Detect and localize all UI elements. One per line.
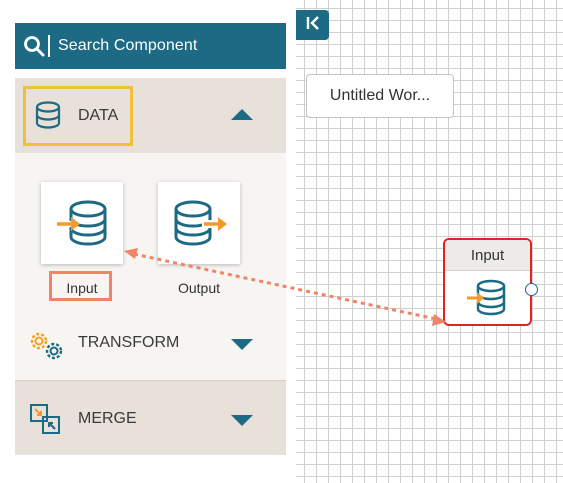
database-output-icon (174, 200, 227, 246)
component-list: DATA Input Output TRANSFORM MERGE (15, 78, 286, 455)
component-panel: Search Component DATA Input Output TRANS… (0, 0, 295, 483)
chevron-down-icon[interactable] (231, 339, 253, 350)
output-port[interactable] (525, 283, 538, 296)
input-node[interactable]: Input (443, 238, 538, 326)
component-input[interactable] (41, 182, 123, 264)
collapse-panel-button[interactable] (296, 10, 329, 40)
input-node-title: Input (445, 240, 530, 271)
search-component-button[interactable]: Search Component (15, 23, 286, 69)
database-input-icon (466, 279, 506, 316)
search-label: Search Component (58, 37, 198, 54)
merge-icon (29, 403, 61, 440)
database-input-icon (55, 200, 107, 246)
input-label-highlight (49, 271, 112, 301)
gears-icon (27, 329, 67, 368)
search-icon (23, 35, 45, 57)
database-icon (33, 100, 63, 135)
section-data-label: DATA (78, 107, 119, 124)
component-output-label: Output (177, 280, 221, 296)
collapse-left-icon (305, 15, 321, 36)
section-merge[interactable]: MERGE (15, 381, 286, 455)
section-merge-label: MERGE (78, 410, 137, 427)
workflow-tab[interactable]: Untitled Wor... (306, 74, 454, 118)
section-data[interactable]: DATA (15, 78, 286, 152)
chevron-down-icon[interactable] (231, 415, 253, 426)
chevron-up-icon[interactable] (231, 109, 253, 120)
search-divider (48, 35, 50, 57)
component-output[interactable] (158, 182, 240, 264)
section-transform-label: TRANSFORM (78, 334, 180, 351)
section-transform[interactable]: TRANSFORM (15, 306, 286, 380)
